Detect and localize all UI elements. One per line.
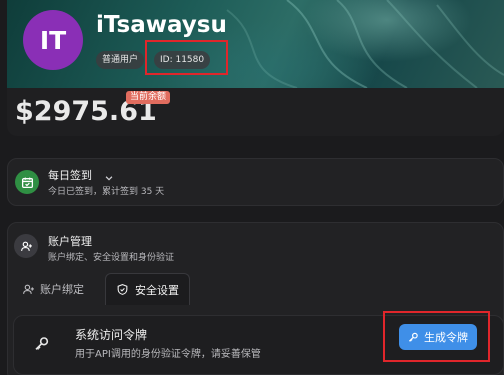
calendar-check-icon <box>15 170 39 194</box>
tab-security-settings-label: 安全设置 <box>135 283 179 297</box>
checkin-subtitle: 今日已签到，累计签到 35 天 <box>48 187 165 197</box>
username: iTsawaysu <box>96 12 227 38</box>
generate-token-button[interactable]: 生成令牌 <box>399 324 477 350</box>
token-title: 系统访问令牌 <box>75 328 148 342</box>
key-icon <box>408 332 419 343</box>
tab-account-binding-label: 账户绑定 <box>40 283 84 296</box>
balance-label-badge: 当前余额 <box>126 91 171 104</box>
user-plus-icon <box>14 234 38 258</box>
generate-token-label: 生成令牌 <box>424 331 468 344</box>
account-title: 账户管理 <box>48 235 92 248</box>
checkin-panel[interactable]: 每日签到 今日已签到，累计签到 35 天 <box>7 158 504 206</box>
role-badge: 普通用户 <box>96 51 145 69</box>
user-plus-icon <box>22 283 35 296</box>
account-subtitle: 账户绑定、安全设置和身份验证 <box>48 253 175 263</box>
tab-security-settings[interactable]: 安全设置 <box>105 273 190 305</box>
tab-account-binding[interactable]: 账户绑定 <box>22 273 84 305</box>
token-subtitle: 用于API调用的身份验证令牌，请妥善保管 <box>75 349 261 360</box>
checkin-title: 每日签到 <box>48 169 92 182</box>
key-icon <box>34 336 50 356</box>
shield-icon <box>116 283 129 296</box>
avatar: IT <box>23 10 83 70</box>
account-tabs: 账户绑定 安全设置 <box>8 270 504 306</box>
user-id-badge: ID: 11580 <box>154 51 211 69</box>
